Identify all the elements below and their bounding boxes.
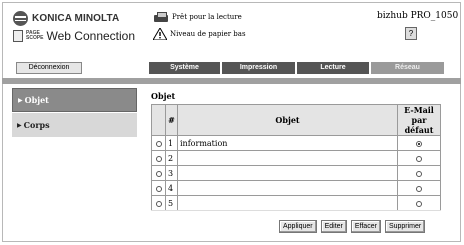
row-default-cell <box>397 165 441 181</box>
sidebar-item-label: Objet <box>24 95 49 105</box>
table-row: 4 <box>151 180 441 196</box>
header-subject: Objet <box>177 104 398 136</box>
sidebar-item-subject[interactable]: ▶ Objet <box>12 88 137 112</box>
header-default-email: E-Mail par défaut <box>397 104 441 136</box>
paper-status-text: Niveau de papier bas <box>170 30 246 38</box>
row-default-cell <box>397 150 441 166</box>
page-title: Objet <box>151 91 176 101</box>
sidebar-item-label: Corps <box>23 120 50 130</box>
row-subject <box>177 180 398 196</box>
paper-status: Niveau de papier bas <box>153 28 246 40</box>
tab-print[interactable]: Impression <box>222 62 295 74</box>
nav-divider <box>2 78 461 84</box>
printer-status: Prêt pour la lecture <box>153 12 242 22</box>
warning-icon <box>153 28 167 40</box>
logout-button[interactable]: Déconnexion <box>16 62 82 74</box>
default-email-radio[interactable] <box>416 170 422 177</box>
edit-button[interactable]: Editer <box>320 220 347 233</box>
table-row: 5 <box>151 195 441 211</box>
row-default-cell <box>397 180 441 196</box>
row-select-radio[interactable] <box>155 200 162 207</box>
brand-name: KONICA MINOLTA <box>32 13 120 24</box>
row-select-cell <box>151 180 166 196</box>
row-select-radio[interactable] <box>155 170 162 177</box>
default-email-radio[interactable] <box>416 200 422 207</box>
brand: KONICA MINOLTA <box>13 11 119 26</box>
default-email-radio[interactable] <box>416 140 422 147</box>
arrow-right-icon: ▶ <box>17 121 22 129</box>
row-select-radio[interactable] <box>155 140 162 147</box>
row-num: 1 <box>165 135 178 151</box>
row-default-cell <box>397 195 441 211</box>
table-header-row: # Objet E-Mail par défaut <box>151 104 441 136</box>
tab-scan[interactable]: Lecture <box>297 62 369 74</box>
row-select-radio[interactable] <box>155 155 162 162</box>
row-subject: information <box>177 135 398 151</box>
row-num: 4 <box>165 180 178 196</box>
app-title: Web Connection <box>46 29 136 43</box>
table-row: 3 <box>151 165 441 181</box>
printer-icon <box>153 12 169 22</box>
row-select-radio[interactable] <box>155 185 162 192</box>
pagescope-icon <box>13 30 23 42</box>
row-select-cell <box>151 135 166 151</box>
row-num: 2 <box>165 150 178 166</box>
row-num: 5 <box>165 195 178 211</box>
printer-status-text: Prêt pour la lecture <box>172 13 242 21</box>
tab-network[interactable]: Réseau <box>371 62 444 74</box>
pagescope-small-label: PAGE SCOPE <box>26 31 44 41</box>
sidebar-item-body[interactable]: ▶ Corps <box>12 112 137 137</box>
row-subject <box>177 195 398 211</box>
clear-button[interactable]: Effacer <box>350 220 381 233</box>
device-model: bizhub PRO_1050 <box>377 11 459 21</box>
table-row: 2 <box>151 150 441 166</box>
sidebar-menu: ▶ Objet ▶ Corps <box>12 88 137 137</box>
apply-button[interactable]: Appliquer <box>279 220 317 233</box>
divider <box>151 210 441 211</box>
arrow-right-icon: ▶ <box>18 96 23 104</box>
konica-minolta-logo-icon <box>13 11 28 26</box>
row-subject <box>177 150 398 166</box>
row-subject <box>177 165 398 181</box>
main-tabs: Système Impression Lecture Réseau <box>149 62 444 74</box>
header-num: # <box>165 104 178 136</box>
pagescope-title: PAGE SCOPE Web Connection <box>13 29 135 43</box>
help-icon[interactable]: ? <box>405 27 417 40</box>
default-email-radio[interactable] <box>416 185 422 192</box>
row-num: 3 <box>165 165 178 181</box>
table-row: 1 information <box>151 135 441 151</box>
row-default-cell <box>397 135 441 151</box>
default-email-radio[interactable] <box>416 155 422 162</box>
row-select-cell <box>151 195 166 211</box>
header-select <box>151 104 166 136</box>
action-buttons: Appliquer Editer Effacer Supprimer <box>279 220 426 233</box>
tab-system[interactable]: Système <box>149 62 220 74</box>
subject-table: # Objet E-Mail par défaut 1 information … <box>151 104 441 211</box>
row-select-cell <box>151 165 166 181</box>
pagescope-line-2: SCOPE <box>26 35 44 41</box>
row-select-cell <box>151 150 166 166</box>
delete-button[interactable]: Supprimer <box>384 220 426 233</box>
